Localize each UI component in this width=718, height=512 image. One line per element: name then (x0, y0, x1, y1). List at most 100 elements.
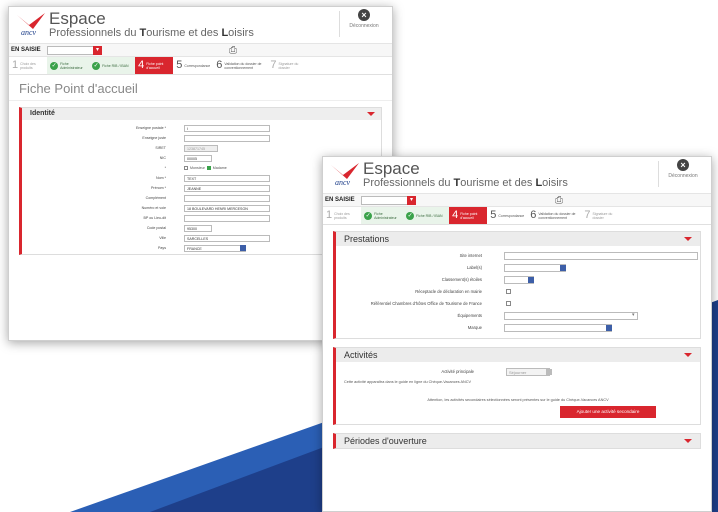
status-select[interactable] (47, 46, 97, 55)
ville-input[interactable]: SARCELLES (184, 235, 270, 242)
prestations-fields: Site internet Label(s) Classement(s) éto… (336, 246, 700, 338)
step-1[interactable]: 1 Choix des produits (323, 207, 361, 224)
receptacle-checkbox[interactable] (506, 289, 511, 294)
field-row: Équipements ▾ (336, 310, 700, 322)
step-7[interactable]: 7 Signature du dossier (267, 57, 305, 74)
step-5[interactable]: 5 Correspondance (173, 57, 213, 74)
card-prestations: Prestations Site internet Label(s) Class… (333, 231, 701, 339)
chevron-down-icon[interactable] (684, 439, 692, 443)
card-header[interactable]: Périodes d'ouverture (336, 434, 700, 448)
brand-subtitle: Professionnels du Tourisme et des Loisir… (49, 27, 254, 39)
header-divider (658, 161, 659, 187)
pays-select[interactable]: FRANCE (184, 245, 246, 252)
steps-bar: 1 Choix des produits ✓ Fiche Administrateu… (9, 57, 392, 75)
field-row: Enseigne postale * I (22, 124, 381, 134)
field-row: Enseigne juste (22, 134, 381, 144)
close-circle-icon: × (677, 159, 689, 171)
ancv-logo: ancv (331, 163, 359, 187)
field-row: Label(s) (336, 262, 700, 274)
dropdown-icon[interactable] (546, 369, 552, 375)
nom-input[interactable]: TEXT (184, 175, 270, 182)
steps-bar: 1 Choix des produits ✓ Fiche Administrateu… (323, 207, 711, 225)
step-6[interactable]: 6 Validation du dossier de conventionneme… (527, 207, 581, 224)
prenom-input[interactable]: JEANNE (184, 185, 270, 192)
check-icon: ✓ (364, 211, 373, 220)
status-select-button[interactable]: ▾ (407, 196, 416, 205)
check-icon: ✓ (406, 211, 415, 220)
brand-block: Espace Professionnels du Tourisme et des… (363, 160, 568, 190)
step-6[interactable]: 6 Validation du dossier de conventionneme… (213, 57, 267, 74)
step-7[interactable]: 7 Signature du dossier (581, 207, 619, 224)
step-5[interactable]: 5 Correspondance (487, 207, 527, 224)
window-prestations: ancv Espace Professionnels du Tourisme e… (322, 156, 712, 512)
svg-text:ancv: ancv (21, 28, 37, 37)
check-icon: ✓ (50, 61, 59, 70)
marque-select[interactable] (504, 324, 612, 332)
field-row: Activité principale Séjourner (336, 366, 700, 378)
screenshot-stage: ancv Espace Professionnels du Tourisme e… (0, 0, 718, 512)
field-row: SIRET 123871745 (22, 144, 381, 154)
step-4[interactable]: 4 Fiche point d'accueil (135, 57, 174, 74)
step-3[interactable]: ✓ Fiche RIB / IBAN (403, 207, 450, 224)
nic-input[interactable]: 00005 (184, 155, 212, 162)
field-row: Marque (336, 322, 700, 334)
dropdown-icon[interactable] (240, 245, 246, 251)
logout-button[interactable]: × Déconnexion (342, 9, 386, 29)
caret-icon[interactable]: ▾ (632, 312, 635, 318)
brand-block: Espace Professionnels du Tourisme et des… (49, 10, 254, 40)
step-3[interactable]: ✓ Fiche RIB / IBAN (89, 57, 136, 74)
card-header[interactable]: Prestations (336, 232, 700, 246)
dropdown-icon[interactable] (560, 265, 566, 271)
referentiel-checkbox[interactable] (506, 301, 511, 306)
step-4[interactable]: 4 Fiche point d'accueil (449, 207, 488, 224)
activite-warning: Attention, les activités secondaires sél… (427, 398, 609, 402)
status-select-button[interactable]: ▾ (93, 46, 102, 55)
civility-radios[interactable]: Monsieur Madame (184, 166, 227, 171)
card-header[interactable]: Identité (22, 108, 381, 120)
add-activity-button[interactable]: Ajouter une activité secondaire (560, 406, 656, 418)
numero-voie-input[interactable]: 18 BOULEVARD HENRI MERCESON (184, 205, 270, 212)
equipements-select[interactable] (504, 312, 638, 320)
complement-input[interactable] (184, 195, 270, 202)
logout-label: Déconnexion (668, 173, 698, 179)
card-activites: Activités Activité principale Séjourner C… (333, 347, 701, 425)
enseigne-juste-input[interactable] (184, 135, 270, 142)
code-postal-input[interactable]: 95300 (184, 225, 212, 232)
step-1[interactable]: 1 Choix des produits (9, 57, 47, 74)
field-row: Référentiel Chambres d'hôtes Office de T… (336, 298, 700, 310)
activite-principale-select[interactable]: Séjourner (506, 368, 550, 376)
status-select[interactable] (361, 196, 411, 205)
header-divider (339, 11, 340, 37)
print-icon[interactable]: ⎙ (229, 45, 237, 56)
status-label: EN SAISIE (11, 47, 41, 53)
add-activity-row: Ajouter une activité secondaire (336, 404, 700, 420)
card-periodes: Périodes d'ouverture (333, 433, 701, 449)
step-2[interactable]: ✓ Fiche Administrateur (361, 207, 404, 224)
site-internet-input[interactable] (504, 252, 698, 260)
header: ancv Espace Professionnels du Tourisme e… (9, 7, 392, 43)
chevron-down-icon[interactable] (684, 353, 692, 357)
bp-input[interactable] (184, 215, 270, 222)
header: ancv Espace Professionnels du Tourisme e… (323, 157, 711, 193)
dropdown-icon[interactable] (528, 277, 534, 283)
chevron-down-icon[interactable] (684, 237, 692, 241)
enseigne-postale-input[interactable]: I (184, 125, 270, 132)
chevron-down-icon[interactable] (367, 112, 375, 116)
brand-title: Espace (49, 9, 106, 28)
close-circle-icon: × (358, 9, 370, 21)
logout-label: Déconnexion (349, 23, 379, 29)
print-icon[interactable]: ⎙ (555, 195, 563, 206)
card-header[interactable]: Activités (336, 348, 700, 362)
logout-button[interactable]: × Déconnexion (661, 159, 705, 179)
field-row: Réceptacle de déclaration en mairie (336, 286, 700, 298)
labels-select[interactable] (504, 264, 566, 272)
field-row: Classement(s) étoiles (336, 274, 700, 286)
step-2[interactable]: ✓ Fiche Administrateur (47, 57, 90, 74)
status-bar: EN SAISIE ▾ ⎙ (323, 193, 711, 207)
status-bar: EN SAISIE ▾ ⎙ (9, 43, 392, 57)
dropdown-icon[interactable] (606, 325, 612, 331)
field-row: Site internet (336, 250, 700, 262)
brand-subtitle: Professionnels du Tourisme et des Loisir… (363, 177, 568, 189)
activites-body: Activité principale Séjourner Cette activ… (336, 362, 700, 424)
check-icon: ✓ (92, 61, 101, 70)
